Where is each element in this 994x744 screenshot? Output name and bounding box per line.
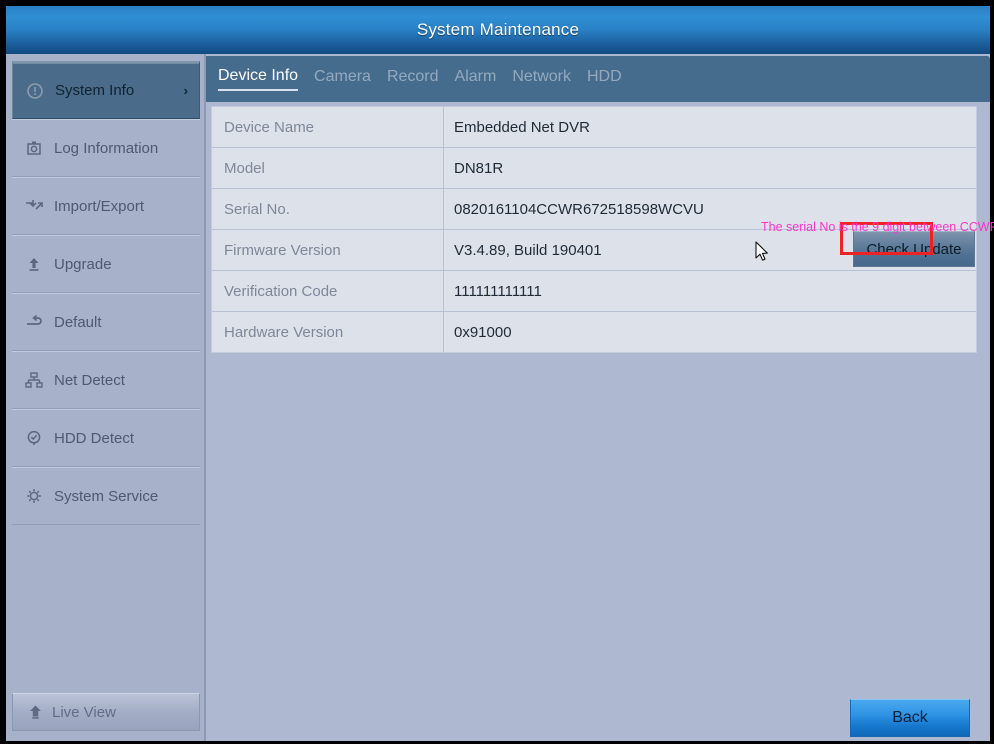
row-value: 0x91000 <box>444 312 976 352</box>
check-update-button[interactable]: Check Update <box>853 231 975 267</box>
sidebar-item-hdd-detect[interactable]: HDD Detect <box>12 409 200 467</box>
sidebar: System Info › Log Information Import/Exp… <box>6 54 206 741</box>
tab-record[interactable]: Record <box>387 68 439 90</box>
row-label: Serial No. <box>212 189 444 229</box>
gear-icon <box>22 488 46 504</box>
tab-device-info[interactable]: Device Info <box>218 67 299 91</box>
sidebar-item-system-service[interactable]: System Service <box>12 467 200 525</box>
table-row: Model DN81R <box>212 148 976 189</box>
row-value: 111111111111 <box>444 271 976 311</box>
tab-network[interactable]: Network <box>512 68 571 90</box>
home-arrow-icon <box>25 704 45 720</box>
log-camera-icon <box>22 140 46 156</box>
sidebar-item-net-detect[interactable]: Net Detect <box>12 351 200 409</box>
chevron-right-icon: › <box>183 83 188 98</box>
sidebar-item-import-export[interactable]: Import/Export <box>12 177 200 235</box>
sidebar-item-label: Log Information <box>54 139 159 157</box>
row-label: Hardware Version <box>212 312 444 352</box>
row-value: V3.4.89, Build 190401 Check Update <box>444 230 976 270</box>
dvr-system-maintenance-window: System Maintenance System Info › Log Inf… <box>0 0 994 744</box>
live-view-button[interactable]: Live View <box>12 693 200 731</box>
row-value: Embedded Net DVR <box>444 107 976 147</box>
table-row: Firmware Version V3.4.89, Build 190401 C… <box>212 230 976 271</box>
live-view-label: Live View <box>52 703 116 721</box>
network-tree-icon <box>22 372 46 388</box>
row-value: DN81R <box>444 148 976 188</box>
upload-arrow-icon <box>22 256 46 272</box>
sidebar-item-label: System Info <box>55 82 135 99</box>
table-row: Device Name Embedded Net DVR <box>212 107 976 148</box>
tab-alarm[interactable]: Alarm <box>455 68 497 90</box>
content-panel: Device Info Camera Record Alarm Network … <box>206 54 994 741</box>
sidebar-item-default[interactable]: Default <box>12 293 200 351</box>
table-row: Verification Code 111111111111 <box>212 271 976 312</box>
window-titlebar: System Maintenance <box>6 6 990 54</box>
serial-number-text: 0820161104CCWR672518598WCVU <box>454 200 704 218</box>
row-label: Firmware Version <box>212 230 444 270</box>
check-circle-icon <box>22 430 46 446</box>
restore-arrow-icon <box>22 314 46 330</box>
window-title: System Maintenance <box>416 20 580 39</box>
row-label: Device Name <box>212 107 444 147</box>
sidebar-item-log-information[interactable]: Log Information <box>12 119 200 177</box>
sidebar-item-upgrade[interactable]: Upgrade <box>12 235 200 293</box>
table-row: Hardware Version 0x91000 <box>212 312 976 352</box>
back-button[interactable]: Back <box>850 699 970 737</box>
sidebar-item-label: System Service <box>54 487 159 505</box>
tabbar: Device Info Camera Record Alarm Network … <box>206 56 990 102</box>
sidebar-item-label: Import/Export <box>54 197 145 215</box>
firmware-version-text: V3.4.89, Build 190401 <box>454 241 602 259</box>
sidebar-item-label: Default <box>54 313 102 331</box>
info-circle-icon <box>23 82 47 99</box>
row-label: Model <box>212 148 444 188</box>
serial-annotation-text: The serial No is the 9 digit between CCW… <box>761 220 994 234</box>
row-label: Verification Code <box>212 271 444 311</box>
window-frame-right <box>990 0 994 744</box>
import-export-icon <box>22 198 46 214</box>
sidebar-item-label: Upgrade <box>54 255 112 273</box>
tab-camera[interactable]: Camera <box>314 68 371 90</box>
sidebar-item-label: HDD Detect <box>54 429 135 447</box>
sidebar-item-label: Net Detect <box>54 371 125 389</box>
sidebar-menu: System Info › Log Information Import/Exp… <box>12 61 200 525</box>
tab-hdd[interactable]: HDD <box>587 68 622 90</box>
sidebar-item-system-info[interactable]: System Info › <box>12 61 200 119</box>
